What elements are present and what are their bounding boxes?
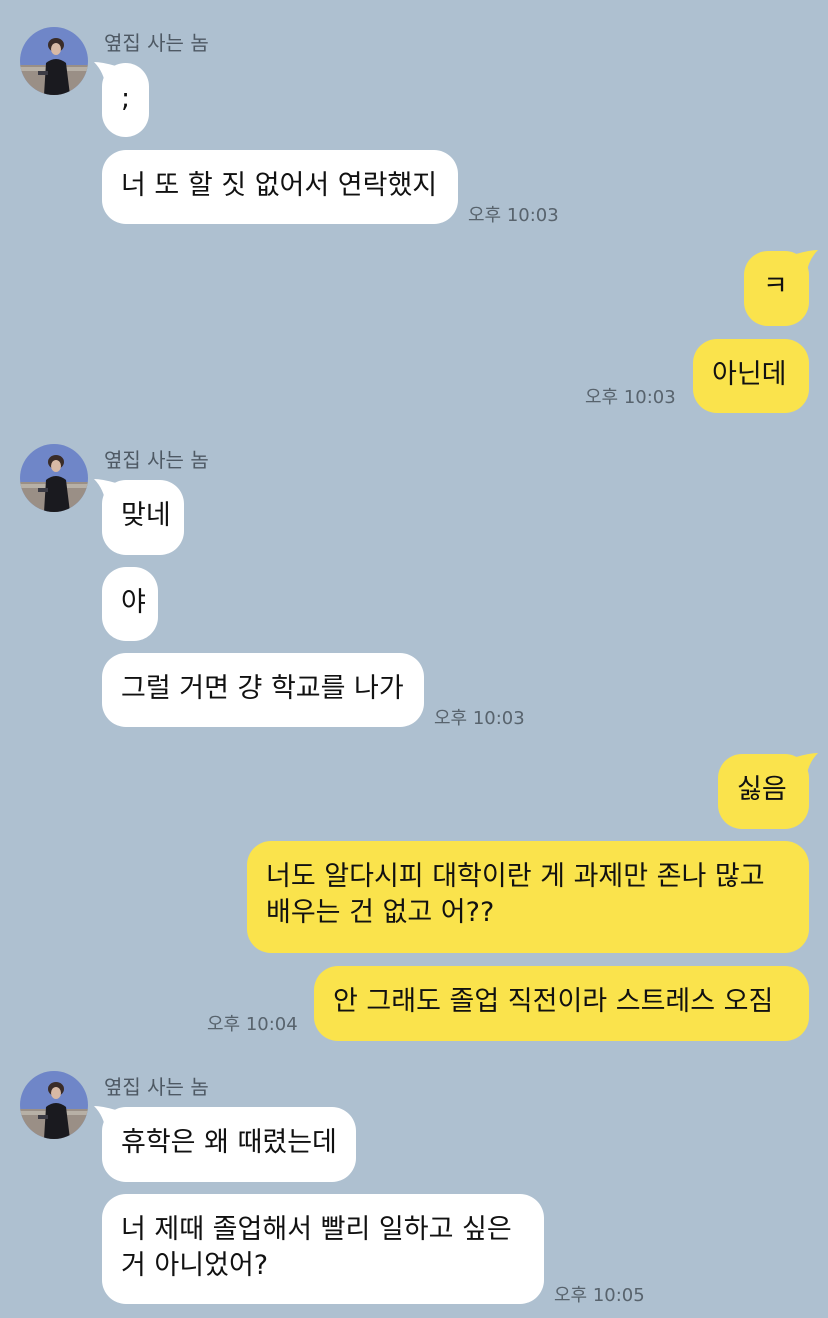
message-bubble[interactable]: ; xyxy=(102,63,149,137)
sender-avatar[interactable] xyxy=(20,444,88,512)
message-bubble[interactable]: 안 그래도 졸업 직전이라 스트레스 오짐 xyxy=(314,966,809,1041)
message-timestamp: 오후 10:05 xyxy=(554,1285,645,1306)
message-bubble[interactable]: 너도 알다시피 대학이란 게 과제만 존나 많고 배우는 건 없고 어?? xyxy=(247,841,809,953)
message-bubble[interactable]: 맞네 xyxy=(102,480,184,555)
message-timestamp: 오후 10:03 xyxy=(434,708,525,729)
message-bubble[interactable]: 너 또 할 짓 없어서 연락했지 xyxy=(102,150,458,224)
chat-area[interactable]: 옆집 사는 놈 ; 너 또 할 짓 없어서 연락했지 오후 10:03 ㅋ 아닌… xyxy=(0,0,828,1318)
message-bubble[interactable]: 야 xyxy=(102,567,158,641)
message-timestamp: 오후 10:03 xyxy=(468,205,559,226)
message-bubble[interactable]: 아닌데 xyxy=(693,339,809,413)
sender-name: 옆집 사는 놈 xyxy=(104,31,209,55)
sender-name: 옆집 사는 놈 xyxy=(104,448,209,472)
message-bubble[interactable]: 그럴 거면 걍 학교를 나가 xyxy=(102,653,424,727)
message-bubble[interactable]: 휴학은 왜 때렸는데 xyxy=(102,1107,356,1182)
message-timestamp: 오후 10:04 xyxy=(207,1014,298,1035)
sender-avatar[interactable] xyxy=(20,27,88,95)
message-bubble[interactable]: 싫음 xyxy=(718,754,809,829)
message-bubble[interactable]: ㅋ xyxy=(744,251,809,326)
message-bubble[interactable]: 너 제때 졸업해서 빨리 일하고 싶은 거 아니었어? xyxy=(102,1194,544,1304)
sender-avatar[interactable] xyxy=(20,1071,88,1139)
sender-name: 옆집 사는 놈 xyxy=(104,1075,209,1099)
message-timestamp: 오후 10:03 xyxy=(585,387,676,408)
